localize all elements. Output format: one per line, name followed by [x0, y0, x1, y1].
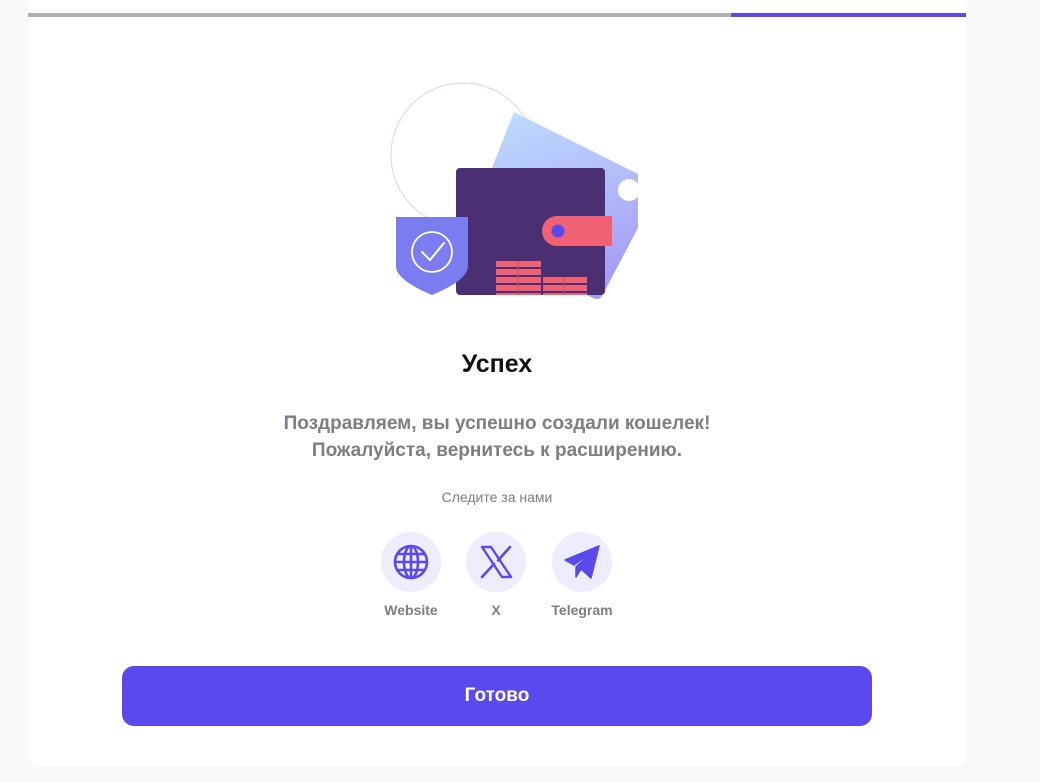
social-links: Website X Telegram: [28, 532, 966, 622]
x-logo-icon: [480, 545, 513, 579]
telegram-icon-circle[interactable]: [552, 532, 612, 592]
x-link[interactable]: X: [451, 532, 541, 618]
progress-bar: [28, 13, 966, 17]
progress-bar-fill: [731, 13, 966, 17]
success-card: Успех Поздравляем, вы успешно создали ко…: [28, 0, 966, 766]
page-title: Успех: [461, 350, 533, 378]
website-label: Website: [384, 602, 438, 618]
telegram-icon: [564, 545, 600, 579]
success-message-line2: Пожалуйста, вернитесь к расширению.: [311, 440, 683, 461]
follow-us-label: Следите за нами: [441, 489, 553, 505]
done-button[interactable]: Готово: [122, 666, 872, 726]
website-link[interactable]: Website: [366, 532, 456, 618]
x-label: X: [491, 602, 501, 618]
wallet-clasp-button: [551, 224, 565, 238]
website-icon-circle[interactable]: [381, 532, 441, 592]
wallet-illustration: [358, 60, 658, 310]
globe-icon: [393, 544, 429, 580]
success-message: Поздравляем, вы успешно создали кошелек!…: [28, 410, 966, 464]
telegram-link[interactable]: Telegram: [537, 532, 627, 618]
success-message-line1: Поздравляем, вы успешно создали кошелек!: [283, 413, 711, 434]
telegram-label: Telegram: [551, 602, 613, 618]
x-icon-circle[interactable]: [466, 532, 526, 592]
